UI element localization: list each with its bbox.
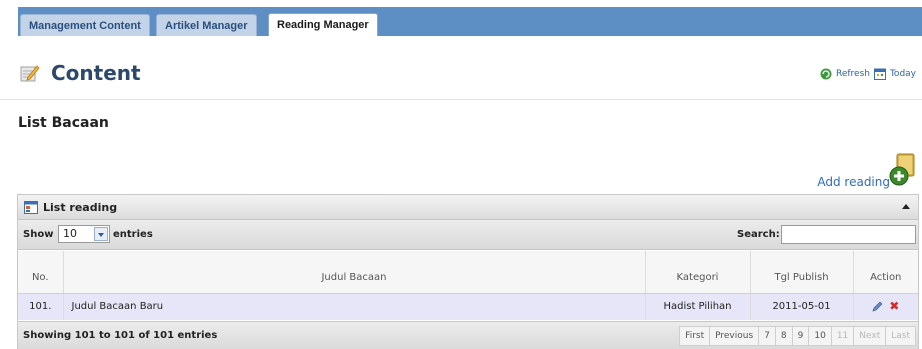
column-header-judul[interactable]: Judul Bacaan xyxy=(63,251,646,294)
pager-page[interactable]: 7 xyxy=(759,326,776,346)
table-header-row: No. Judul Bacaan Kategori Tgl Publish Ac… xyxy=(18,251,918,294)
section-title: List Bacaan xyxy=(18,115,109,131)
pager-previous[interactable]: Previous xyxy=(710,326,760,346)
column-header-kategori[interactable]: Kategori xyxy=(645,251,751,294)
pager-page-current: 11 xyxy=(831,326,855,346)
entries-info: Showing 101 to 101 of 101 entries xyxy=(23,330,218,341)
table-row[interactable]: 101. Judul Bacaan Baru Hadist Pilihan 20… xyxy=(18,293,918,320)
cell-action: ✖ xyxy=(853,293,918,320)
tab-management-content[interactable]: Management Content xyxy=(20,14,150,36)
collapse-icon[interactable] xyxy=(902,204,910,209)
tab-reading-manager[interactable]: Reading Manager xyxy=(268,13,378,36)
entries-label: entries xyxy=(113,229,153,240)
today-link[interactable]: Today xyxy=(890,69,916,79)
list-icon xyxy=(24,201,38,214)
page-size-value: 10 xyxy=(63,227,77,240)
table-controls: Show 10 entries Search: xyxy=(18,220,918,250)
cell-no: 101. xyxy=(18,293,64,320)
pager-page[interactable]: 8 xyxy=(775,326,793,346)
tab-bar: Management Content Artikel Manager Readi… xyxy=(0,0,922,36)
show-label: Show xyxy=(23,229,54,240)
pager-first[interactable]: First xyxy=(679,326,711,346)
refresh-link[interactable]: Refresh xyxy=(836,69,870,79)
reading-table: No. Judul Bacaan Kategori Tgl Publish Ac… xyxy=(18,251,918,320)
pager-last: Last xyxy=(886,326,916,346)
column-header-no[interactable]: No. xyxy=(18,251,64,294)
delete-x-icon[interactable]: ✖ xyxy=(889,299,899,313)
refresh-icon[interactable] xyxy=(820,68,832,80)
column-header-tgl-publish[interactable]: Tgl Publish xyxy=(750,251,854,294)
list-reading-panel: List reading Show 10 entries Search: No.… xyxy=(17,194,919,349)
pager-next: Next xyxy=(854,326,887,346)
search-label: Search: xyxy=(737,229,780,240)
cell-tgl-publish: 2011-05-01 xyxy=(750,293,854,320)
chevron-down-icon[interactable] xyxy=(94,227,108,241)
calendar-icon[interactable] xyxy=(873,68,886,80)
tab-strip xyxy=(18,7,922,36)
cell-kategori: Hadist Pilihan xyxy=(645,293,751,320)
add-reading-link[interactable]: Add reading xyxy=(817,175,890,189)
pencil-note-icon xyxy=(20,65,40,82)
column-header-action: Action xyxy=(853,251,918,294)
table-footer: Showing 101 to 101 of 101 entries First … xyxy=(18,321,918,349)
panel-title: List reading xyxy=(43,201,118,214)
pagination: First Previous 7 8 9 10 11 Next Last xyxy=(679,326,916,346)
header-links: Refresh Today xyxy=(820,67,916,81)
page-size-select[interactable]: 10 xyxy=(58,225,110,243)
cell-judul: Judul Bacaan Baru xyxy=(63,293,646,320)
tab-artikel-manager[interactable]: Artikel Manager xyxy=(156,14,257,36)
pager-page[interactable]: 10 xyxy=(809,326,832,346)
pager-page[interactable]: 9 xyxy=(792,326,810,346)
search-input[interactable] xyxy=(781,225,916,244)
page-header: Content Refresh Today xyxy=(0,36,922,100)
panel-header: List reading xyxy=(18,195,918,220)
add-document-icon[interactable] xyxy=(888,153,916,187)
pencil-icon[interactable] xyxy=(872,301,883,312)
page-title: Content xyxy=(51,61,141,85)
